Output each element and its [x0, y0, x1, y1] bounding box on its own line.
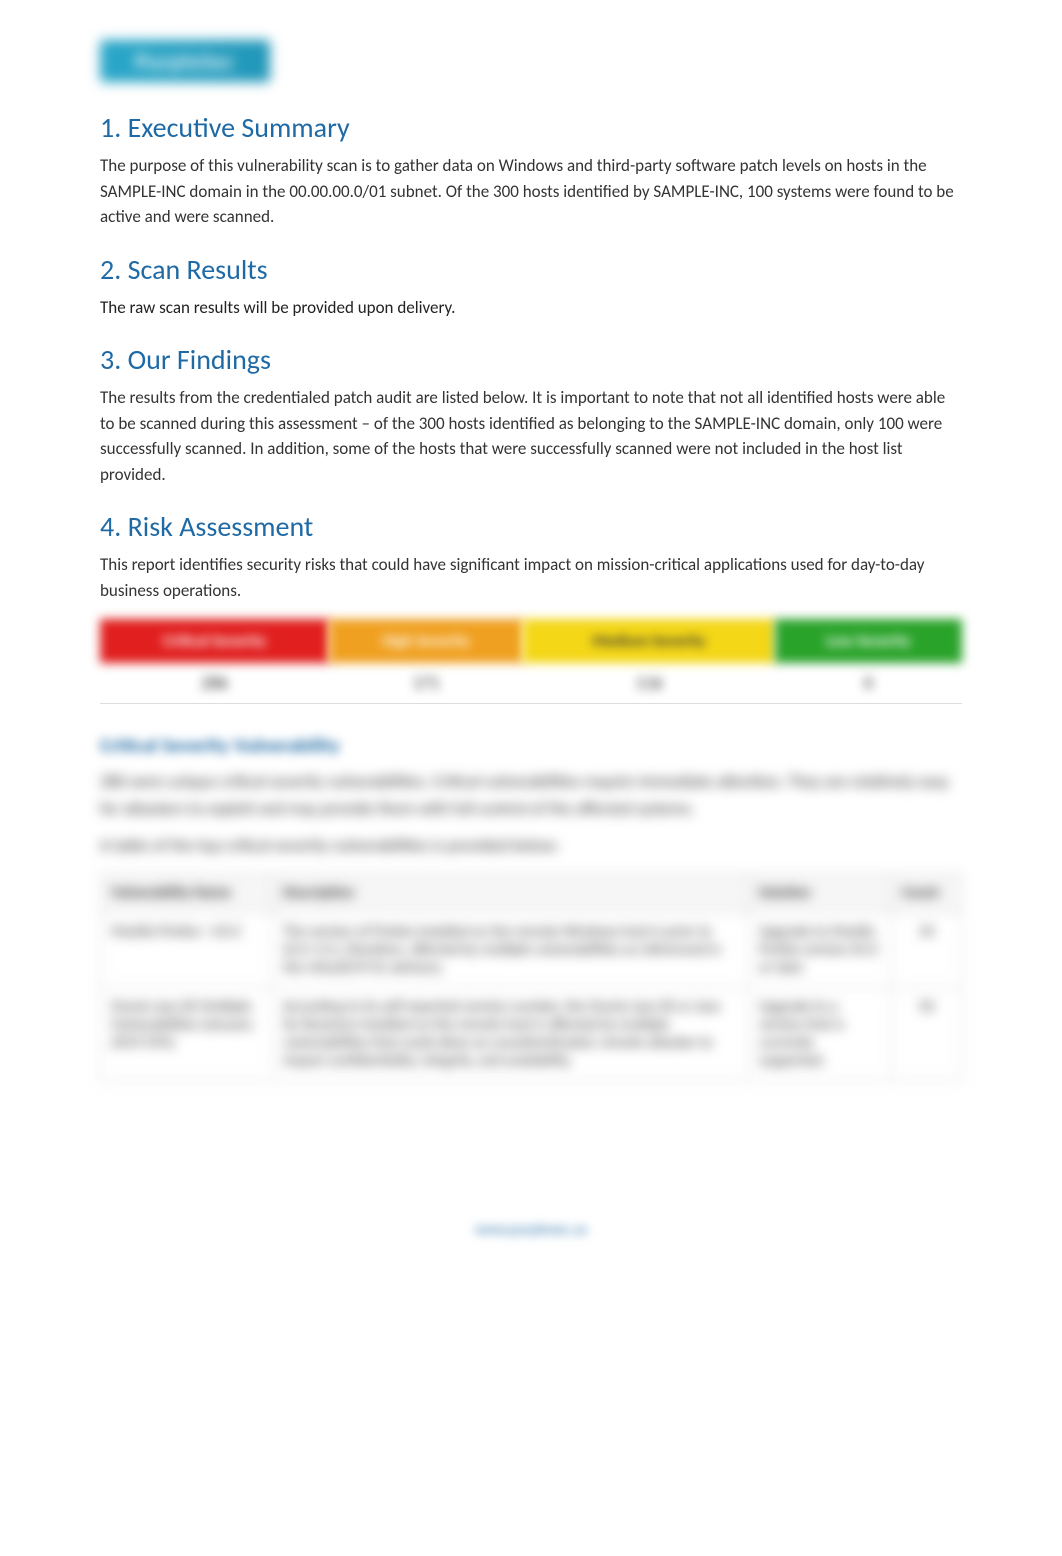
- risk-header-high: High Severity: [329, 619, 523, 663]
- cell-vuln-name: Oracle Java SE Multiple Vulnerabilities …: [101, 988, 273, 1081]
- risk-value-high: 171: [329, 663, 523, 703]
- vulnerability-table: Vulnerability Name Description Solution …: [100, 873, 962, 1081]
- risk-level-value-row: 286 171 116 0: [100, 663, 962, 703]
- cell-vuln-sol: Upgrade to Mozilla Firefox version 65.0 …: [748, 913, 891, 988]
- cell-vuln-sol: Upgrade to a version that is currently s…: [748, 988, 891, 1081]
- risk-header-medium: Medium Severity: [523, 619, 775, 663]
- brand-logo: PurpleSec: [100, 40, 270, 82]
- heading-executive-summary: 1. Executive Summary: [100, 110, 962, 145]
- heading-critical-severity: Critical Severity Vulnerability: [100, 734, 962, 758]
- col-vuln-sol: Solution: [748, 874, 891, 913]
- heading-risk-assessment: 4. Risk Assessment: [100, 509, 962, 544]
- cell-vuln-name: Mozilla Firefox < 65.0: [101, 913, 273, 988]
- footer-link: www.purplesec.us: [100, 1221, 962, 1239]
- risk-header-critical: Critical Severity: [100, 619, 329, 663]
- table-row: Mozilla Firefox < 65.0 The version of Fi…: [101, 913, 962, 988]
- heading-scan-results: 2. Scan Results: [100, 252, 962, 287]
- col-vuln-name: Vulnerability Name: [101, 874, 273, 913]
- para-scan-results: The raw scan results will be provided up…: [100, 295, 962, 321]
- table-header-row: Vulnerability Name Description Solution …: [101, 874, 962, 913]
- cell-vuln-count: 34: [892, 913, 962, 988]
- para-critical-1: 286 were unique critical severity vulner…: [100, 768, 962, 822]
- para-risk-assessment: This report identifies security risks th…: [100, 552, 962, 603]
- cell-vuln-count: 50: [892, 988, 962, 1081]
- col-vuln-desc: Description: [273, 874, 749, 913]
- para-our-findings: The results from the credentialed patch …: [100, 385, 962, 487]
- risk-level-table: Critical Severity High Severity Medium S…: [100, 619, 962, 704]
- table-row: Oracle Java SE Multiple Vulnerabilities …: [101, 988, 962, 1081]
- cell-vuln-desc: According to its self-reported version n…: [273, 988, 749, 1081]
- heading-our-findings: 3. Our Findings: [100, 342, 962, 377]
- para-executive-summary: The purpose of this vulnerability scan i…: [100, 153, 962, 230]
- risk-value-critical: 286: [100, 663, 329, 703]
- col-vuln-count: Count: [892, 874, 962, 913]
- risk-value-medium: 116: [523, 663, 775, 703]
- cell-vuln-desc: The version of Firefox installed on the …: [273, 913, 749, 988]
- risk-level-header-row: Critical Severity High Severity Medium S…: [100, 619, 962, 663]
- risk-header-low: Low Severity: [775, 619, 962, 663]
- para-critical-2: A table of the top critical severity vul…: [100, 832, 962, 859]
- risk-value-low: 0: [775, 663, 962, 703]
